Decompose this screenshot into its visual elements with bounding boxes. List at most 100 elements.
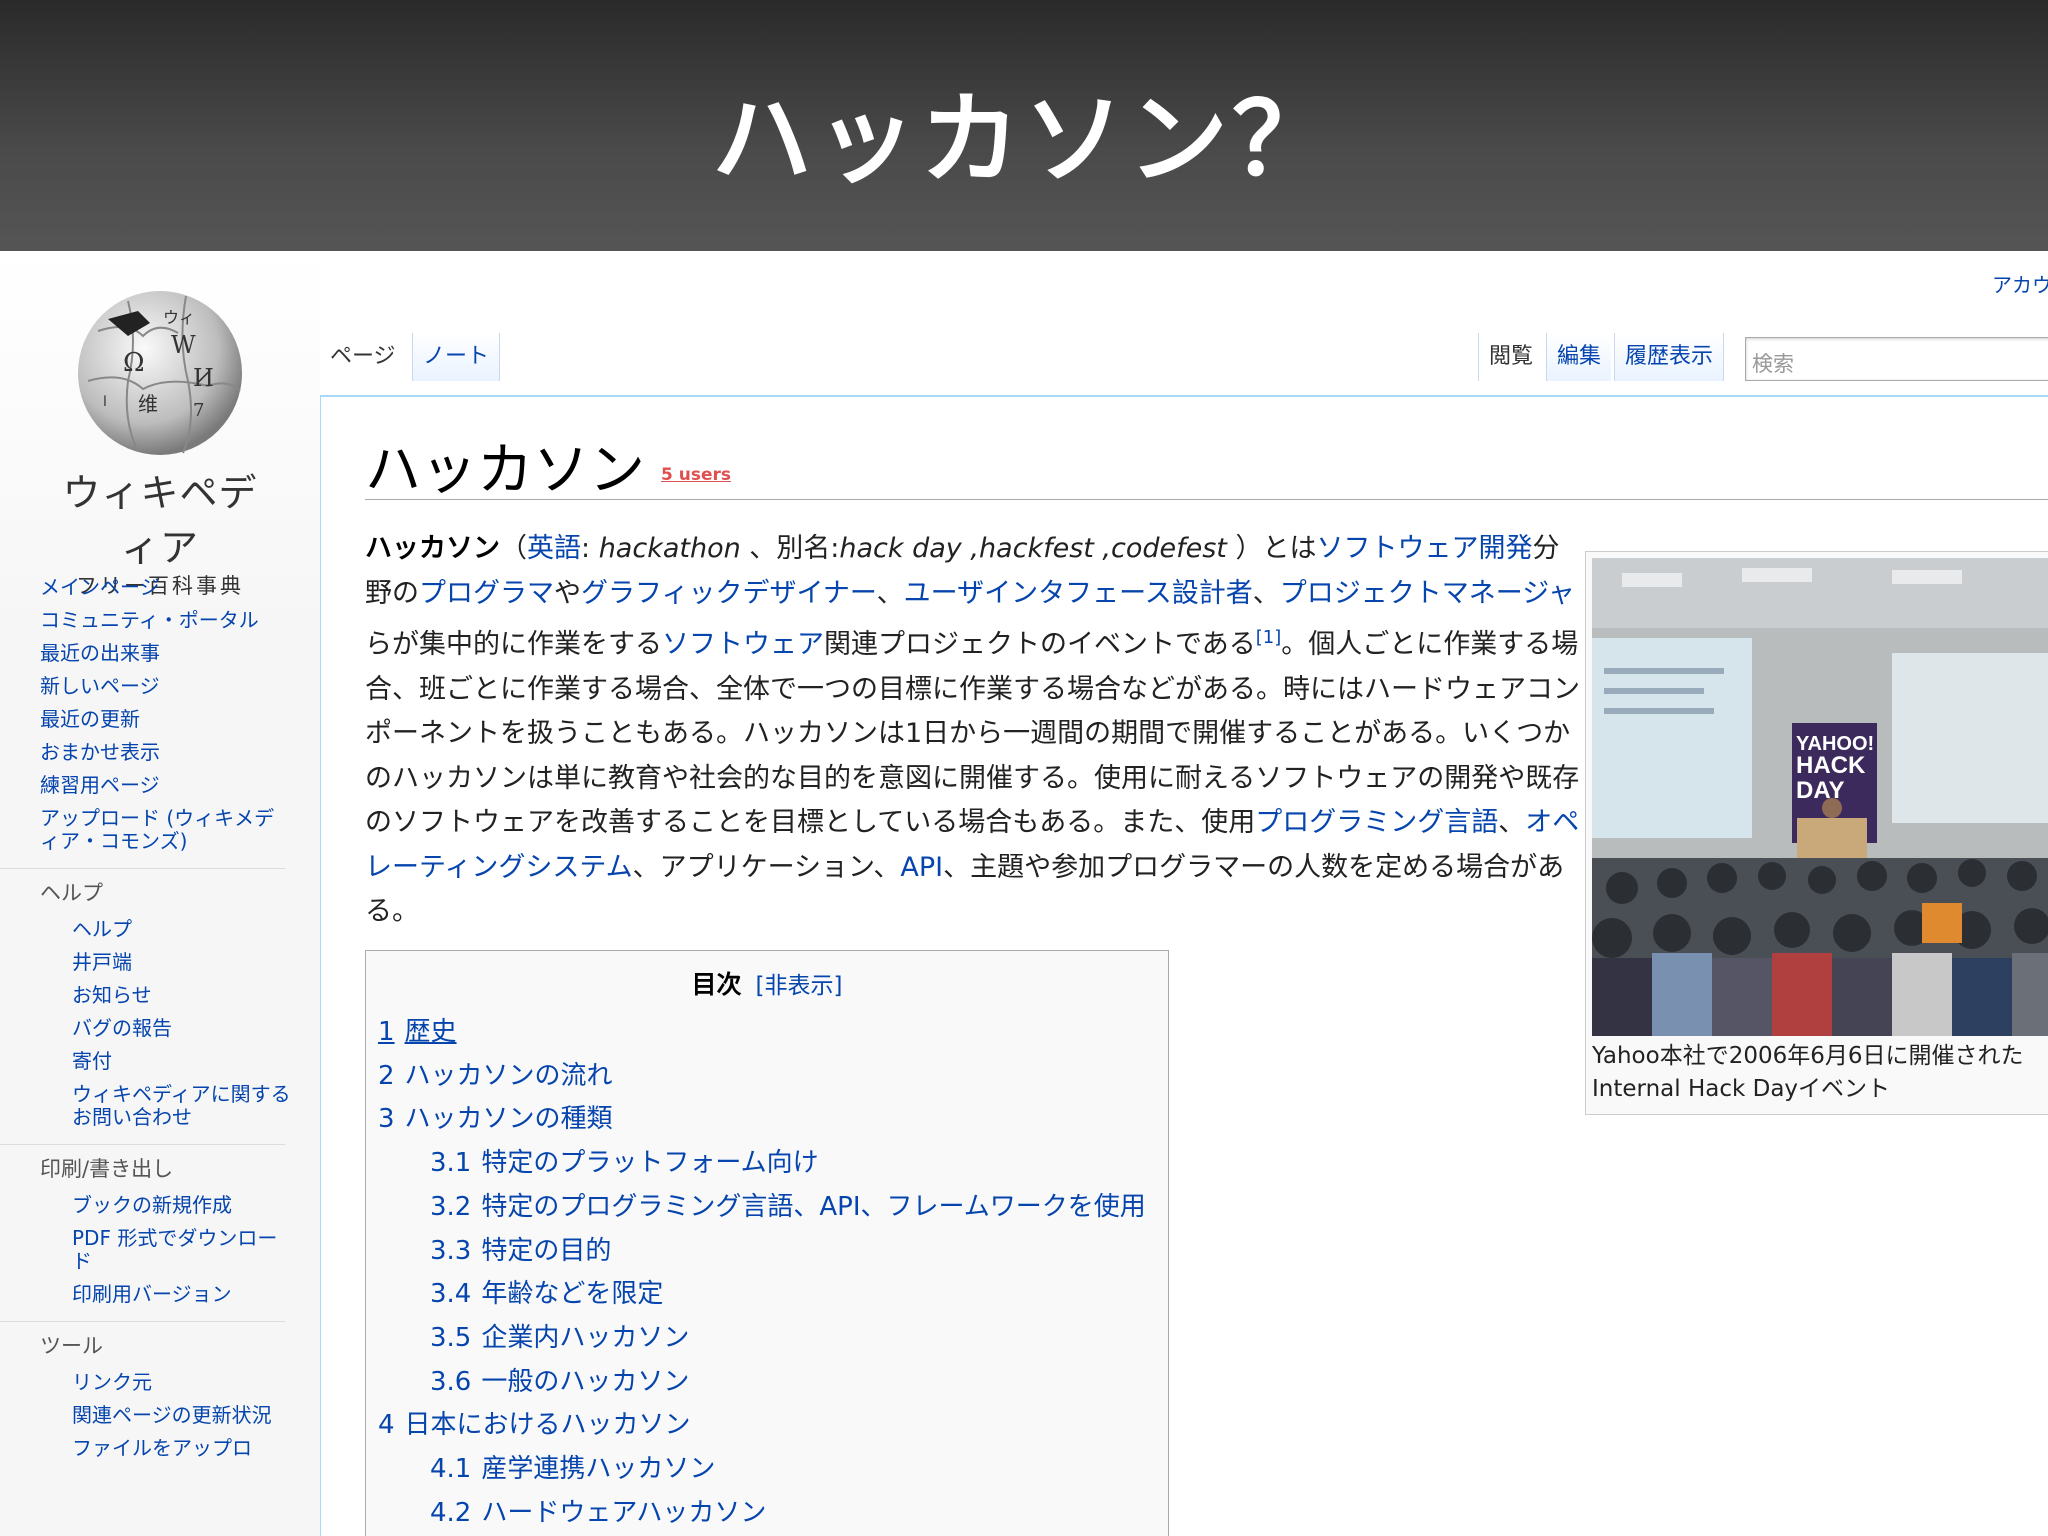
sidebar-item-help[interactable]: ヘルプ (72, 913, 292, 946)
sidebar-item-notices[interactable]: お知らせ (72, 979, 292, 1012)
svg-text:Ω: Ω (123, 348, 145, 378)
sidebar-item-create-book[interactable]: ブックの新規作成 (72, 1189, 292, 1222)
lead-text: : (581, 533, 599, 564)
nav-group-tools: リンク元 関連ページの更新状況 ファイルをアップロ (0, 1366, 320, 1471)
table-of-contents: 目次 [非表示] 1 歴史 2 ハッカソンの流れ 3 ハッカソンの種類 3.1 特定のプラ… (365, 950, 1169, 1536)
lead-term: ハッカソン (365, 533, 500, 564)
banner-hack: HACK (1796, 752, 1866, 779)
toc-num: 3 (378, 1104, 395, 1135)
nav-heading-print[interactable]: 印刷/書き出し (0, 1144, 285, 1189)
sidebar-item-current-events[interactable]: 最近の出来事 (40, 637, 290, 670)
toc-label: 歴史 (404, 1017, 457, 1047)
link-software-dev[interactable]: ソフトウェア開発 (1317, 533, 1533, 564)
toc-num: 2 (378, 1060, 395, 1091)
search-input[interactable]: 検索 (1745, 337, 2048, 381)
users-badge[interactable]: 5 users (661, 465, 731, 485)
toc-label: 特定のプラットフォーム向け (481, 1148, 819, 1179)
toc-item[interactable]: 2 ハッカソンの流れ (378, 1055, 1156, 1099)
toc-label: 特定の目的 (481, 1235, 612, 1266)
toc-item[interactable]: 4.1 産学連携ハッカソン (378, 1448, 1156, 1492)
lead-aliases: hack day ,hackfest ,codefest (839, 533, 1227, 564)
hack-day-photo[interactable]: YAHOO! HACK DAY (1592, 558, 2048, 1036)
link-programmer[interactable]: プログラマ (419, 578, 554, 609)
sidebar-item-sandbox[interactable]: 練習用ページ (40, 769, 290, 802)
sidebar-item-random[interactable]: おまかせ表示 (40, 736, 290, 769)
sidebar: Ω W И 维 7 ウィ ا ウィキペディア フリー百科事典 メインページ コミ… (0, 251, 320, 1536)
title-rule (365, 499, 2048, 500)
toc-item[interactable]: 3.2 特定のプログラミング言語、API、フレームワークを使用 (378, 1186, 1156, 1230)
link-english[interactable]: 英語 (527, 533, 581, 564)
svg-text:7: 7 (193, 400, 204, 421)
toc-label: 企業内ハッカソン (481, 1322, 690, 1353)
sidebar-item-what-links-here[interactable]: リンク元 (72, 1366, 292, 1399)
wikipedia-page: Ω W И 维 7 ウィ ا ウィキペディア フリー百科事典 メインページ コミ… (0, 251, 2048, 1536)
svg-text:ウィ: ウィ (163, 308, 195, 327)
nav-group-print: ブックの新規作成 PDF 形式でダウンロード 印刷用バージョン (0, 1189, 320, 1317)
toc-label: ハードウェアハッカソン (481, 1497, 767, 1528)
svg-text:И: И (193, 364, 214, 392)
toc-toggle[interactable]: [非表示] (756, 973, 843, 999)
lead-paragraph: ハッカソン（英語: hackathon 、別名:hack day ,hackfe… (365, 527, 1585, 935)
toc-item[interactable]: 3.6 一般のハッカソン (378, 1361, 1156, 1405)
nav-heading-tools[interactable]: ツール (0, 1321, 285, 1366)
reference-1[interactable]: [1] (1256, 627, 1282, 648)
tab-page[interactable]: ページ (320, 333, 406, 381)
logo-name: ウィキペディア (62, 471, 258, 570)
sidebar-item-recent-changes[interactable]: 最近の更新 (40, 703, 290, 736)
sidebar-item-related-changes[interactable]: 関連ページの更新状況 (72, 1399, 292, 1432)
toc-label: 一般のハッカソン (481, 1366, 690, 1397)
toc-header: 目次 [非表示] (378, 965, 1156, 1001)
lead-text: 、 (1252, 577, 1280, 609)
nav-heading-help[interactable]: ヘルプ (0, 868, 285, 913)
link-project-manager[interactable]: プロジェクトマネージャ (1280, 578, 1575, 609)
link-api[interactable]: API (900, 852, 943, 883)
link-graphic-designer[interactable]: グラフィックデザイナー (581, 578, 877, 609)
toc-item[interactable]: 4.2 ハードウェアハッカソン (378, 1492, 1156, 1536)
svg-text:维: 维 (138, 392, 158, 416)
account-link[interactable]: アカウ (1992, 269, 2048, 298)
wikipedia-logo[interactable]: Ω W И 维 7 ウィ ا ウィキペディア フリー百科事典 (45, 281, 275, 598)
toc-item[interactable]: 3.3 特定の目的 (378, 1230, 1156, 1274)
link-software[interactable]: ソフトウェア (662, 629, 824, 660)
toc-item[interactable]: 1 歴史 (378, 1011, 1156, 1055)
sidebar-item-upload[interactable]: アップロード (ウィキメディア・コモンズ) (40, 802, 290, 858)
sidebar-item-printable[interactable]: 印刷用バージョン (72, 1278, 292, 1311)
sidebar-item-bug-report[interactable]: バグの報告 (72, 1012, 292, 1045)
lead-text: 関連プロジェクトのイベントである (824, 629, 1256, 660)
tab-talk[interactable]: ノート (412, 333, 501, 381)
tab-history[interactable]: 履歴表示 (1614, 333, 1725, 381)
toc-item[interactable]: 3 ハッカソンの種類 (378, 1098, 1156, 1142)
nav-portal: メインページ コミュニティ・ポータル 最近の出来事 新しいページ 最近の更新 お… (0, 571, 320, 858)
caption-line-1: Yahoo本社で2006年6月6日に開催された (1592, 1043, 2024, 1069)
toc-num: 4.1 (430, 1454, 472, 1485)
sidebar-item-download-pdf[interactable]: PDF 形式でダウンロード (72, 1222, 292, 1278)
sidebar-item-contact[interactable]: ウィキペディアに関するお問い合わせ (72, 1078, 292, 1134)
toc-item[interactable]: 4 日本におけるハッカソン (378, 1404, 1156, 1448)
page-title: ハッカソン 5 users (365, 425, 731, 506)
sidebar-item-community-portal[interactable]: コミュニティ・ポータル (40, 604, 290, 637)
page-title-text: ハッカソン (365, 438, 645, 503)
sidebar-item-main-page[interactable]: メインページ (40, 571, 290, 604)
link-programming-language[interactable]: プログラミング言語 (1255, 807, 1498, 838)
lead-text: （ (500, 533, 527, 564)
toc-num: 4.2 (430, 1497, 472, 1528)
puzzle-globe-icon: Ω W И 维 7 ウィ ا (68, 281, 253, 456)
lead-text: 、 (876, 577, 904, 609)
sidebar-item-village-pump[interactable]: 井戸端 (72, 946, 292, 979)
toc-item[interactable]: 3.4 年齢などを限定 (378, 1273, 1156, 1317)
tabs-bar: ページ ノート 閲覧 編集 履歴表示 検索 (320, 319, 2048, 397)
toc-item[interactable]: 3.1 特定のプラットフォーム向け (378, 1142, 1156, 1186)
sidebar-item-new-pages[interactable]: 新しいページ (40, 670, 290, 703)
sidebar-item-donate[interactable]: 寄付 (72, 1045, 292, 1078)
link-ui-designer[interactable]: ユーザインタフェース設計者 (904, 578, 1253, 609)
tab-edit[interactable]: 編集 (1546, 333, 1612, 381)
lead-text: ）とは (1226, 533, 1317, 564)
sidebar-item-upload-file[interactable]: ファイルをアップロ (72, 1432, 292, 1465)
toc-item[interactable]: 3.5 企業内ハッカソン (378, 1317, 1156, 1361)
tab-read[interactable]: 閲覧 (1478, 333, 1544, 381)
article-content: ハッカソン 5 users ハッカソン（英語: hackathon 、別名:hac… (320, 397, 2048, 1536)
svg-text:ا: ا (103, 394, 107, 410)
toc-label: ハッカソンの種類 (404, 1104, 613, 1135)
toc-title: 目次 (691, 970, 742, 999)
toc-label: ハッカソンの流れ (404, 1060, 613, 1091)
